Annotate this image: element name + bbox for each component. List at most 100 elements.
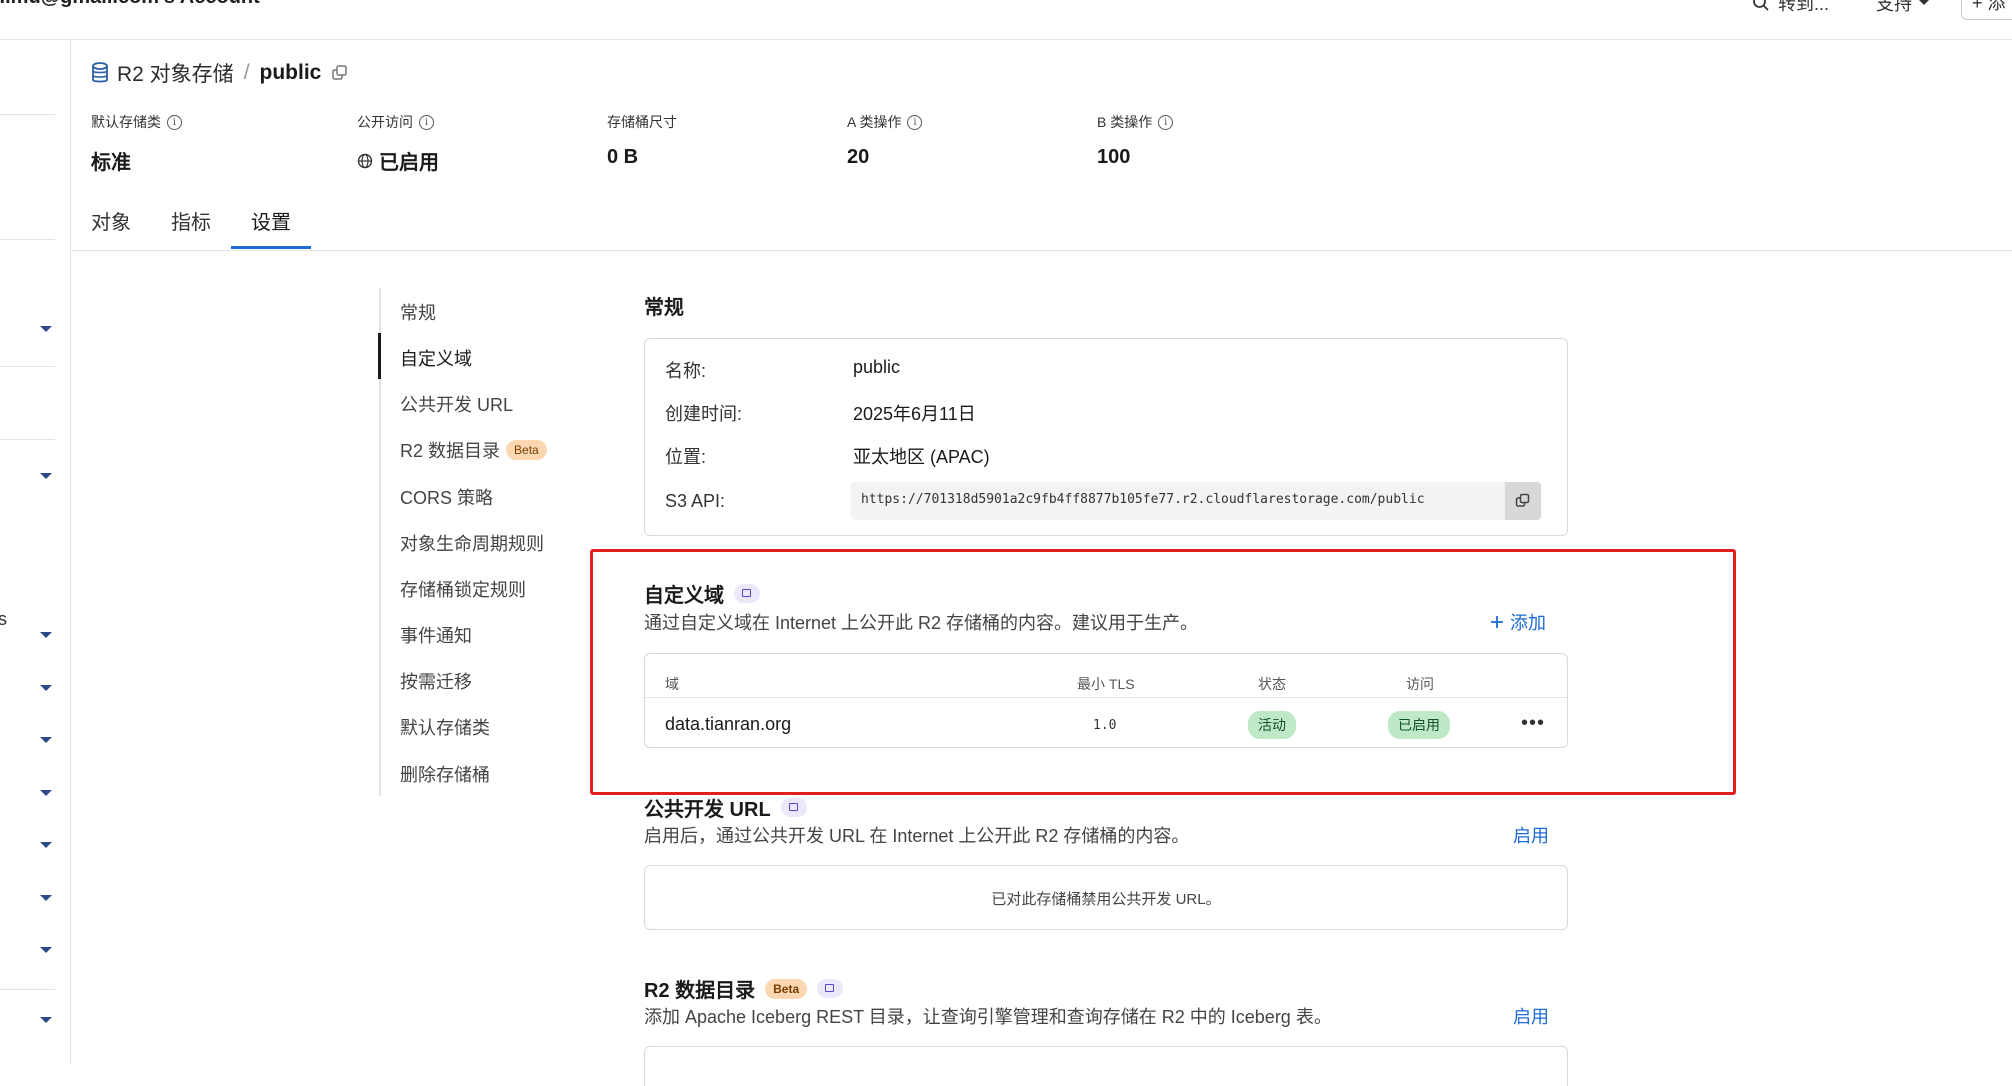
s3-api-field[interactable]: https://701318d5901a2c9fb4ff8877b105fe77…	[851, 482, 1541, 520]
subnav-label: 按需迁移	[400, 672, 472, 692]
copy-icon[interactable]	[331, 64, 349, 82]
public-dev-url-disabled-message: 已对此存储桶禁用公共开发 URL。	[991, 891, 1221, 908]
subnav-item-event-notifications[interactable]: 事件通知	[400, 622, 472, 648]
subnav-item-lifecycle[interactable]: 对象生命周期规则	[400, 530, 544, 556]
tab-bar: 对象 指标 设置	[70, 200, 2012, 251]
subnav-label: 自定义域	[400, 349, 472, 369]
breadcrumb-separator: /	[243, 61, 250, 84]
subnav-item-data-catalog[interactable]: R2 数据目录 Beta	[400, 437, 547, 463]
subnav-label: 常规	[400, 303, 436, 323]
copy-s3-api-button[interactable]	[1505, 482, 1541, 520]
subnav-label: 删除存储桶	[400, 765, 490, 785]
sidebar-divider	[0, 439, 55, 440]
chevron-down-icon[interactable]	[40, 737, 52, 743]
breadcrumb-r2-link[interactable]: R2 对象存储	[117, 58, 234, 88]
settings-subnav-active-indicator	[378, 333, 381, 379]
info-icon[interactable]: i	[1158, 114, 1174, 130]
status-badge: 活动	[1248, 711, 1296, 739]
stat-default-storage-class: 默认存储类 i 标准	[91, 112, 182, 175]
column-header-access: 访问	[1406, 676, 1434, 692]
goto-search[interactable]: 转到...	[1752, 0, 1829, 16]
subnav-item-public-dev-url[interactable]: 公共开发 URL	[400, 391, 513, 417]
subnav-label: 公共开发 URL	[400, 395, 514, 415]
sidebar-partial-label[interactable]: s	[0, 609, 7, 630]
tab-metrics[interactable]: 指标	[171, 206, 211, 235]
subnav-item-default-storage-class[interactable]: 默认存储类	[400, 714, 490, 740]
goto-label: 转到...	[1778, 0, 1830, 14]
created-label: 创建时间:	[665, 404, 743, 424]
data-catalog-card	[644, 1046, 1568, 1086]
public-dev-url-section-title: 公共开发 URL	[644, 793, 807, 822]
subnav-label: CORS 策略	[400, 488, 494, 508]
subnav-item-cors[interactable]: CORS 策略	[400, 484, 493, 510]
general-card: 名称: public 创建时间: 2025年6月11日 位置: 亚太地区 (AP…	[644, 338, 1568, 536]
beta-badge: Beta	[506, 440, 547, 460]
created-value: 2025年6月11日	[853, 404, 976, 424]
stat-label: B 类操作	[1097, 114, 1153, 130]
s3-api-value: https://701318d5901a2c9fb4ff8877b105fe77…	[861, 492, 1425, 507]
subnav-item-custom-domains[interactable]: 自定义域	[400, 345, 472, 371]
sidebar: s	[0, 39, 71, 1065]
sidebar-divider	[0, 114, 55, 115]
support-label: 支持	[1876, 0, 1912, 14]
public-dev-url-description: 启用后，通过公共开发 URL 在 Internet 上公开此 R2 存储桶的内容…	[644, 826, 1190, 846]
custom-domains-section-title: 自定义域	[644, 579, 760, 608]
stat-label: 默认存储类	[91, 114, 161, 130]
info-icon[interactable]: i	[419, 114, 434, 130]
location-label: 位置:	[665, 447, 707, 467]
location-value: 亚太地区 (APAC)	[853, 447, 990, 467]
section-title-text: 公共开发 URL	[644, 799, 771, 821]
chevron-down-icon[interactable]	[40, 326, 52, 332]
stat-label: 存储桶尺寸	[607, 114, 677, 130]
stat-bucket-size: 存储桶尺寸 0 B	[607, 112, 677, 169]
custom-domains-description: 通过自定义域在 Internet 上公开此 R2 存储桶的内容。建议用于生产。	[644, 613, 1199, 633]
tab-objects[interactable]: 对象	[91, 206, 131, 235]
subnav-item-general[interactable]: 常规	[400, 299, 436, 325]
subnav-item-delete-bucket[interactable]: 删除存储桶	[400, 761, 490, 787]
subnav-label: 对象生命周期规则	[400, 534, 544, 554]
subnav-label: 存储桶锁定规则	[400, 580, 526, 600]
column-header-status: 状态	[1258, 676, 1286, 692]
active-tab-indicator	[231, 246, 311, 249]
stat-label: A 类操作	[847, 114, 902, 130]
chevron-down-icon[interactable]	[40, 947, 52, 953]
chevron-down-icon[interactable]	[40, 1017, 52, 1023]
sidebar-divider	[0, 239, 55, 240]
tab-settings[interactable]: 设置	[251, 206, 291, 235]
docs-book-icon[interactable]	[817, 979, 844, 998]
stat-class-a-ops: A 类操作 i 20	[847, 112, 923, 169]
add-button[interactable]: + 添	[1961, 0, 2012, 20]
name-value: public	[853, 357, 901, 377]
chevron-down-icon[interactable]	[40, 473, 52, 479]
stat-public-access: 公开访问 i 已启用	[357, 112, 439, 175]
top-bar: ...mu@gmail.com's Account 转到... 支持 + 添	[0, 0, 2012, 40]
chevron-down-icon[interactable]	[40, 685, 52, 691]
docs-book-icon[interactable]	[780, 798, 807, 817]
account-title[interactable]: ...mu@gmail.com's Account	[0, 0, 260, 9]
section-title-text: 自定义域	[644, 585, 724, 607]
domain-link[interactable]: data.tianran.org	[665, 714, 791, 735]
info-icon[interactable]: i	[167, 114, 182, 130]
s3-api-label: S3 API:	[665, 491, 726, 511]
info-icon[interactable]: i	[907, 114, 923, 130]
subnav-item-bucket-lock[interactable]: 存储桶锁定规则	[400, 576, 526, 602]
chevron-down-icon[interactable]	[40, 842, 52, 848]
globe-icon	[357, 153, 373, 168]
add-label: 添加	[1510, 613, 1546, 633]
column-header-min-tls: 最小 TLS	[1077, 676, 1135, 692]
sidebar-divider	[0, 366, 55, 367]
stat-value: 100	[1097, 146, 1131, 168]
copy-icon	[1515, 493, 1530, 507]
docs-book-icon[interactable]	[734, 584, 760, 603]
more-options-icon[interactable]: •••	[1521, 712, 1545, 735]
enable-public-dev-url-button[interactable]: 启用	[1513, 822, 1549, 848]
subnav-label: 默认存储类	[400, 718, 490, 738]
subnav-item-on-demand-migration[interactable]: 按需迁移	[400, 668, 472, 694]
support-menu[interactable]: 支持	[1876, 0, 1930, 16]
data-catalog-description: 添加 Apache Iceberg REST 目录，让查询引擎管理和查询存储在 …	[644, 1007, 1332, 1027]
add-custom-domain-button[interactable]: 添加	[1490, 609, 1546, 635]
chevron-down-icon[interactable]	[40, 632, 52, 638]
enable-data-catalog-button[interactable]: 启用	[1513, 1003, 1549, 1029]
chevron-down-icon[interactable]	[40, 790, 52, 796]
chevron-down-icon[interactable]	[40, 895, 52, 901]
